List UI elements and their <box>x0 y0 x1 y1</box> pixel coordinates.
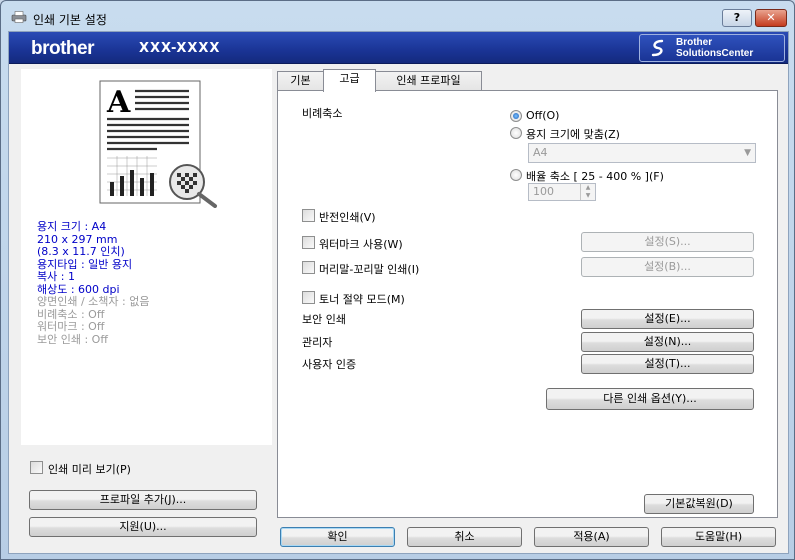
ok-button[interactable]: 확인 <box>280 527 395 547</box>
apply-button[interactable]: 적용(A) <box>534 527 649 547</box>
summary-line: 워터마크 : Off <box>37 320 105 333</box>
separator <box>302 283 756 284</box>
fit-to-paper-radio[interactable] <box>510 127 522 139</box>
printer-icon <box>11 11 27 23</box>
summary-line: 보안 인쇄 : Off <box>37 332 108 346</box>
separator <box>302 228 756 229</box>
dialog-client-area: brother XXX-XXXX Brother SolutionsCenter… <box>8 31 789 554</box>
header-footer-settings-button[interactable]: 설정(B)... <box>581 257 754 277</box>
paper-size-dropdown[interactable]: A4 ▼ <box>528 143 756 163</box>
close-button[interactable]: ✕ <box>755 9 787 27</box>
separator <box>302 378 756 379</box>
fit-to-paper-label: 용지 크기에 맞춤(Z) <box>526 128 620 141</box>
help-button[interactable]: 도움말(H) <box>661 527 776 547</box>
reverse-print-checkbox[interactable] <box>302 209 315 222</box>
solutions-line-2: SolutionsCenter <box>676 48 754 59</box>
add-profile-button[interactable]: 프로파일 추가(J)... <box>29 490 257 510</box>
support-button[interactable]: 지원(U)... <box>29 517 257 537</box>
solutions-line-1: Brother <box>676 37 713 48</box>
solutions-center-label: Brother SolutionsCenter <box>676 37 753 59</box>
user-auth-settings-button[interactable]: 설정(T)... <box>581 354 754 374</box>
title-bar[interactable]: 인쇄 기본 설정 ? ✕ <box>1 1 794 31</box>
printer-model: XXX-XXXX <box>139 41 221 56</box>
toner-save-label: 토너 절약 모드(M) <box>319 293 405 306</box>
brother-logo: brother <box>31 38 95 59</box>
watermark-label: 워터마크 사용(W) <box>319 238 403 251</box>
reverse-print-label: 반전인쇄(V) <box>319 211 376 224</box>
summary-line: 양면인쇄 / 소책자 : 없음 <box>37 295 150 308</box>
toner-save-checkbox[interactable] <box>302 291 315 304</box>
print-preview-label: 인쇄 미리 보기(P) <box>48 463 131 476</box>
watermark-checkbox[interactable] <box>302 236 315 249</box>
tab-advanced[interactable]: 고급 <box>323 69 376 92</box>
header-footer-label: 머리말-꼬리말 인쇄(I) <box>319 263 420 276</box>
tab-basic[interactable]: 기본 <box>277 71 324 91</box>
secure-print-label: 보안 인쇄 <box>302 313 346 326</box>
secure-print-settings-button[interactable]: 설정(E)... <box>581 309 754 329</box>
header-footer-checkbox[interactable] <box>302 261 315 274</box>
window-title: 인쇄 기본 설정 <box>33 13 107 27</box>
paper-size-value: A4 <box>533 146 548 159</box>
restore-defaults-button[interactable]: 기본값복원(D) <box>644 494 754 514</box>
spin-down-icon[interactable]: ▼ <box>580 192 595 200</box>
free-scale-value: 100 <box>533 185 554 198</box>
solutions-center-button[interactable]: Brother SolutionsCenter <box>639 34 785 62</box>
spin-up-icon[interactable]: ▲ <box>580 184 595 192</box>
preview-panel: A 용지 크기: A4 210 x 297 mm (8.3 x 11.7 인치… <box>21 69 272 445</box>
brand-bar: brother XXX-XXXX Brother SolutionsCenter <box>9 32 788 64</box>
scaling-off-radio[interactable] <box>510 110 522 122</box>
svg-text:A: A <box>106 85 131 120</box>
summary-line: 용지 크기 : A4 <box>37 220 107 233</box>
print-preview-checkbox[interactable] <box>30 461 43 474</box>
page-preview-image: A <box>99 80 217 208</box>
free-scale-spinbox[interactable]: 100 ▲ ▼ <box>528 183 596 201</box>
watermark-settings-button[interactable]: 설정(S)... <box>581 232 754 252</box>
scaling-off-label: Off(O) <box>526 109 560 122</box>
other-print-options-button[interactable]: 다른 인쇄 옵션(Y)... <box>546 388 754 410</box>
advanced-tab-panel: 비례축소 Off(O) 용지 크기에 맞춤(Z) A4 ▼ 배율 축소 [ 25… <box>277 90 778 518</box>
chevron-down-icon: ▼ <box>744 148 751 158</box>
free-scale-label: 배율 축소 [ 25 - 400 % ](F) <box>526 170 664 183</box>
separator <box>302 486 756 487</box>
solutions-center-icon <box>651 39 664 57</box>
summary-line: 복사 : 1 <box>37 270 75 283</box>
user-auth-label: 사용자 인증 <box>302 358 357 371</box>
settings-summary: 용지 크기 : A4 210 x 297 mm (8.3 x 11.7 인치) … <box>37 220 150 346</box>
scaling-label: 비례축소 <box>302 107 343 120</box>
free-scale-radio[interactable] <box>510 169 522 181</box>
administrator-settings-button[interactable]: 설정(N)... <box>581 332 754 352</box>
print-preferences-window: 인쇄 기본 설정 ? ✕ brother XXX-XXXX Brother So… <box>0 0 795 560</box>
help-title-button[interactable]: ? <box>722 9 752 27</box>
cancel-button[interactable]: 취소 <box>407 527 522 547</box>
tab-print-profiles[interactable]: 인쇄 프로파일 <box>375 71 482 91</box>
administrator-label: 관리자 <box>302 336 333 349</box>
summary-line: (8.3 x 11.7 인치) <box>37 245 125 258</box>
